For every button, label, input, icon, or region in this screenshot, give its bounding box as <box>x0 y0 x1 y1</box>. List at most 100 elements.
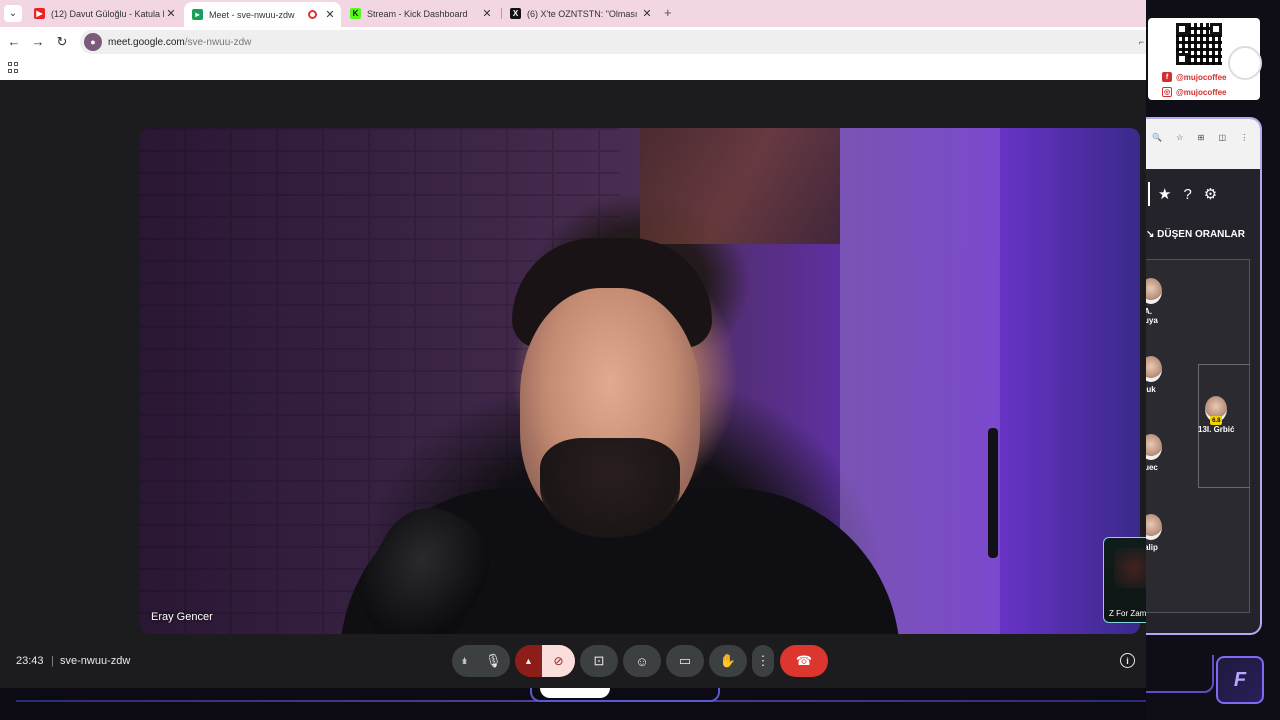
player-name: uec <box>1146 463 1158 472</box>
participant-video[interactable]: Eray Gencer <box>140 128 1140 634</box>
player-avatar <box>1146 434 1162 460</box>
player-name: uk <box>1146 385 1156 394</box>
stream-overlay-side: f @mujocoffee ◎ @mujocoffee 🔍 ☆ ⊞ ◫ ⋮ ★ … <box>1146 0 1280 720</box>
video-person-beard <box>540 438 680 538</box>
instagram-icon: ◎ <box>1162 87 1172 97</box>
meeting-clock: 23:43 <box>16 655 44 667</box>
qr-finder <box>1176 23 1188 35</box>
new-tab-icon[interactable]: + <box>664 5 672 20</box>
meet-icon: ▸ <box>192 9 203 20</box>
meet-controls-bar: 23:43 | sve-nwuu-zdw ılı 🎙 ▲ ⊘ ⊡ ☺ ▭ ✋ ⋮… <box>0 641 1146 681</box>
player-card[interactable]: A. uya <box>1146 278 1162 325</box>
video-background-painting <box>640 128 840 244</box>
player-card[interactable]: uk <box>1146 356 1162 394</box>
self-view-name: Z For Zam <box>1109 609 1146 618</box>
apps-grid-icon[interactable] <box>8 62 19 73</box>
meet-stage: Eray Gencer Z For Zam 23:43 | sve-nwuu-z… <box>0 80 1146 688</box>
emoji-reaction-button[interactable]: ☺ <box>623 645 661 677</box>
qr-finder <box>1176 53 1188 65</box>
captions-button[interactable]: ▭ <box>666 645 704 677</box>
camera-options-chevron-icon[interactable]: ▲ <box>524 656 533 666</box>
overlay-frame-line <box>1146 655 1214 693</box>
reload-icon[interactable]: ↻ <box>54 34 70 50</box>
microphone-button[interactable]: ılı 🎙 <box>452 645 510 677</box>
qr-finder <box>1210 23 1222 35</box>
player-card[interactable]: alip <box>1146 514 1162 552</box>
football-pitch: A. uya uk uec alip 6.8 13I. Grbić <box>1146 259 1250 613</box>
facebook-handle-text: @mujocoffee <box>1176 72 1227 82</box>
pin-icon[interactable]: ⌐ <box>1139 37 1144 47</box>
tab-x[interactable]: X (6) X'te OZNTSTN: "Olması gere ✕ <box>502 0 658 27</box>
present-screen-button[interactable]: ⊡ <box>580 645 618 677</box>
facebook-handle: f @mujocoffee <box>1162 72 1226 82</box>
emoji-icon: ☺ <box>635 653 649 669</box>
tab-title: Meet - sve-nwuu-zdw <box>209 9 295 20</box>
player-avatar <box>1146 356 1162 382</box>
audio-level-icon: ılı <box>462 656 467 666</box>
close-tab-icon[interactable]: ✕ <box>164 7 178 20</box>
meeting-info-divider: | <box>51 655 54 667</box>
player-name: A. uya <box>1146 307 1158 325</box>
tab-kick[interactable]: K Stream - Kick Dashboard ✕ <box>342 0 498 27</box>
phone-toolbar-icons: 🔍 ☆ ⊞ ◫ ⋮ <box>1152 133 1255 142</box>
captions-icon: ▭ <box>678 653 692 668</box>
player-rating: 6.8 <box>1210 416 1223 425</box>
star-icon[interactable]: ★ <box>1158 185 1171 203</box>
phone-mirror-window: 🔍 ☆ ⊞ ◫ ⋮ ★ ? ⚙ ↘ DÜŞEN ORANLAR A. uya u… <box>1146 117 1262 635</box>
tab-meet[interactable]: ▸ Meet - sve-nwuu-zdw ✕ <box>184 2 341 27</box>
sponsor-card: f @mujocoffee ◎ @mujocoffee <box>1148 18 1262 100</box>
player-card[interactable]: uec <box>1146 434 1162 472</box>
more-vert-icon: ⋮ <box>756 653 770 668</box>
browser-chrome: ⌄ ▶ (12) Davut Güloğlu - Katula Kat ✕ ▸ … <box>0 0 1146 80</box>
close-tab-icon[interactable]: ✕ <box>480 7 494 20</box>
present-screen-icon: ⊡ <box>593 653 605 668</box>
more-options-button[interactable]: ⋮ <box>752 645 774 677</box>
self-view-video <box>1114 548 1146 588</box>
x-icon: X <box>510 8 521 19</box>
leave-call-button[interactable]: ☎ <box>780 645 828 677</box>
help-icon[interactable]: ? <box>1183 186 1191 203</box>
overlay-pill-logo <box>540 688 610 698</box>
video-door-handle <box>988 428 998 558</box>
self-view-tile[interactable]: Z For Zam <box>1103 537 1146 623</box>
recording-indicator-icon <box>308 10 317 19</box>
stream-overlay-bottom <box>0 688 1146 720</box>
back-icon[interactable]: ← <box>6 34 22 49</box>
phone-app-header: ★ ? ⚙ <box>1146 177 1260 211</box>
raise-hand-button[interactable]: ✋ <box>709 645 747 677</box>
tab-title: Stream - Kick Dashboard <box>367 8 468 19</box>
player-avatar <box>1146 278 1162 304</box>
hang-up-icon: ☎ <box>795 653 813 668</box>
forward-icon[interactable]: → <box>30 34 46 49</box>
tab-strip: ⌄ ▶ (12) Davut Güloğlu - Katula Kat ✕ ▸ … <box>0 0 1146 27</box>
bookmarks-bar <box>0 57 1146 80</box>
decorative-ring <box>1228 46 1262 80</box>
raise-hand-icon: ✋ <box>719 653 737 668</box>
microphone-icon: 🎙 <box>485 653 502 668</box>
instagram-handle-text: @mujocoffee <box>1176 87 1227 97</box>
player-card[interactable]: 6.8 13I. Grbić <box>1198 396 1234 434</box>
player-name: alip <box>1146 543 1158 552</box>
channel-logo: F <box>1216 656 1264 704</box>
camera-off-icon[interactable]: ⊘ <box>542 645 575 677</box>
player-name: 13I. Grbić <box>1198 425 1235 434</box>
site-info-mic-icon[interactable]: ● <box>84 33 102 51</box>
camera-button[interactable]: ▲ ⊘ <box>515 645 575 677</box>
settings-gear-icon[interactable]: ⚙ <box>1204 185 1217 203</box>
address-bar[interactable]: ● meet.google.com /sve-nwuu-zdw ⌐ <box>80 30 1146 54</box>
info-icon[interactable]: i <box>1120 653 1135 668</box>
participant-name-label: Eray Gencer <box>151 611 213 623</box>
url-path: /sve-nwuu-zdw <box>184 36 252 48</box>
close-tab-icon[interactable]: ✕ <box>640 7 654 20</box>
meeting-code: sve-nwuu-zdw <box>60 655 131 667</box>
facebook-icon: f <box>1162 72 1172 82</box>
tab-title: (6) X'te OZNTSTN: "Olması gere <box>527 8 640 19</box>
tab-search-chevron-icon[interactable]: ⌄ <box>4 5 22 22</box>
tab-youtube[interactable]: ▶ (12) Davut Güloğlu - Katula Kat ✕ <box>26 0 182 27</box>
url-host: meet.google.com <box>108 36 185 48</box>
falling-odds-label: ↘ DÜŞEN ORANLAR <box>1146 229 1245 240</box>
close-tab-icon[interactable]: ✕ <box>323 8 337 21</box>
tab-title: (12) Davut Güloğlu - Katula Kat <box>51 8 164 19</box>
screen: ⌄ ▶ (12) Davut Güloğlu - Katula Kat ✕ ▸ … <box>0 0 1280 720</box>
browser-toolbar: ← → ↻ ● meet.google.com /sve-nwuu-zdw ⌐ <box>0 27 1146 57</box>
